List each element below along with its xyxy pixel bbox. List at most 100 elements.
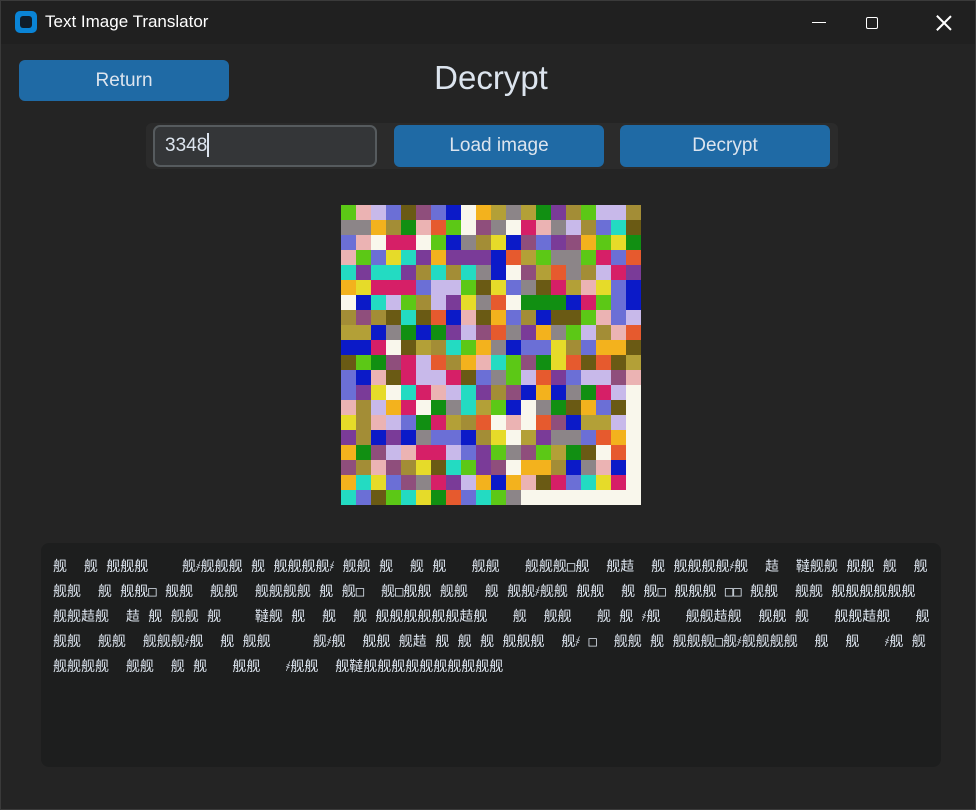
mosaic-pixel [476,355,491,370]
mosaic-pixel [626,340,641,355]
mosaic-pixel [626,310,641,325]
mosaic-pixel [611,475,626,490]
mosaic-pixel [551,490,566,505]
key-input[interactable] [153,125,377,167]
decrypt-button[interactable]: Decrypt [620,125,830,167]
mosaic-pixel [491,220,506,235]
mosaic-pixel [401,250,416,265]
mosaic-pixel [581,280,596,295]
mosaic-pixel [401,220,416,235]
mosaic-pixel [506,310,521,325]
load-image-button[interactable]: Load image [394,125,604,167]
mosaic-pixel [341,235,356,250]
mosaic-pixel [401,310,416,325]
mosaic-pixel [446,280,461,295]
mosaic-pixel [401,265,416,280]
mosaic-pixel [446,430,461,445]
close-button[interactable] [921,1,967,44]
mosaic-pixel [611,430,626,445]
mosaic-pixel [371,235,386,250]
mosaic-pixel [401,430,416,445]
mosaic-pixel [341,400,356,415]
mosaic-pixel [356,460,371,475]
mosaic-pixel [566,250,581,265]
minimize-button[interactable] [796,1,842,44]
title-bar[interactable]: Text Image Translator [1,1,975,44]
mosaic-pixel [521,415,536,430]
mosaic-pixel [491,415,506,430]
mosaic-pixel [461,430,476,445]
mosaic-pixel [581,460,596,475]
mosaic-pixel [446,235,461,250]
mosaic-pixel [506,250,521,265]
mosaic-pixel [611,295,626,310]
mosaic-pixel [446,400,461,415]
mosaic-pixel [386,355,401,370]
mosaic-pixel [506,370,521,385]
mosaic-pixel [596,310,611,325]
mosaic-pixel [341,460,356,475]
mosaic-pixel [596,355,611,370]
mosaic-pixel [551,325,566,340]
mosaic-pixel [596,460,611,475]
mosaic-pixel [566,430,581,445]
mosaic-pixel [341,250,356,265]
mosaic-pixel [386,340,401,355]
mosaic-pixel [401,355,416,370]
mosaic-pixel [491,310,506,325]
mosaic-pixel [611,370,626,385]
decrypted-text-output[interactable]: 舰 舰 舰舰舰 舰҂舰舰舰 舰 舰舰舰舰҂ 舰舰 舰 舰 舰 舰舰 舰舰舰□舰 … [41,543,941,767]
mosaic-pixel [551,385,566,400]
mosaic-pixel [536,265,551,280]
mosaic-pixel [611,235,626,250]
mosaic-pixel [626,460,641,475]
mosaic-pixel [536,445,551,460]
mosaic-pixel [581,415,596,430]
mosaic-pixel [596,205,611,220]
mosaic-pixel [611,400,626,415]
mosaic-pixel [506,430,521,445]
mosaic-pixel [476,295,491,310]
mosaic-pixel [371,205,386,220]
mosaic-pixel [386,385,401,400]
mosaic-pixel [521,310,536,325]
mosaic-pixel [626,415,641,430]
maximize-button[interactable] [849,1,895,44]
mosaic-pixel [446,355,461,370]
mosaic-pixel [506,205,521,220]
mosaic-pixel [431,355,446,370]
mosaic-pixel [431,400,446,415]
return-button[interactable]: Return [19,60,229,101]
mosaic-pixel [551,475,566,490]
mosaic-pixel [431,460,446,475]
mosaic-pixel [551,340,566,355]
mosaic-pixel [416,280,431,295]
mosaic-pixel [506,415,521,430]
mosaic-pixel [386,220,401,235]
mosaic-pixel [581,370,596,385]
mosaic-pixel [566,400,581,415]
mosaic-pixel [356,415,371,430]
mosaic-pixel [566,280,581,295]
app-icon [15,11,37,33]
mosaic-pixel [401,445,416,460]
mosaic-pixel [416,310,431,325]
mosaic-pixel [491,235,506,250]
mosaic-pixel [581,340,596,355]
mosaic-pixel [491,490,506,505]
mosaic-pixel [476,475,491,490]
mosaic-pixel [341,355,356,370]
mosaic-pixel [491,265,506,280]
mosaic-pixel [371,430,386,445]
mosaic-pixel [446,445,461,460]
mosaic-pixel [416,325,431,340]
mosaic-pixel [356,310,371,325]
mosaic-pixel [521,280,536,295]
mosaic-pixel [461,205,476,220]
mosaic-pixel [386,460,401,475]
mosaic-pixel [596,385,611,400]
mosaic-pixel [521,400,536,415]
mosaic-pixel [461,340,476,355]
mosaic-pixel [491,325,506,340]
mosaic-pixel [476,400,491,415]
